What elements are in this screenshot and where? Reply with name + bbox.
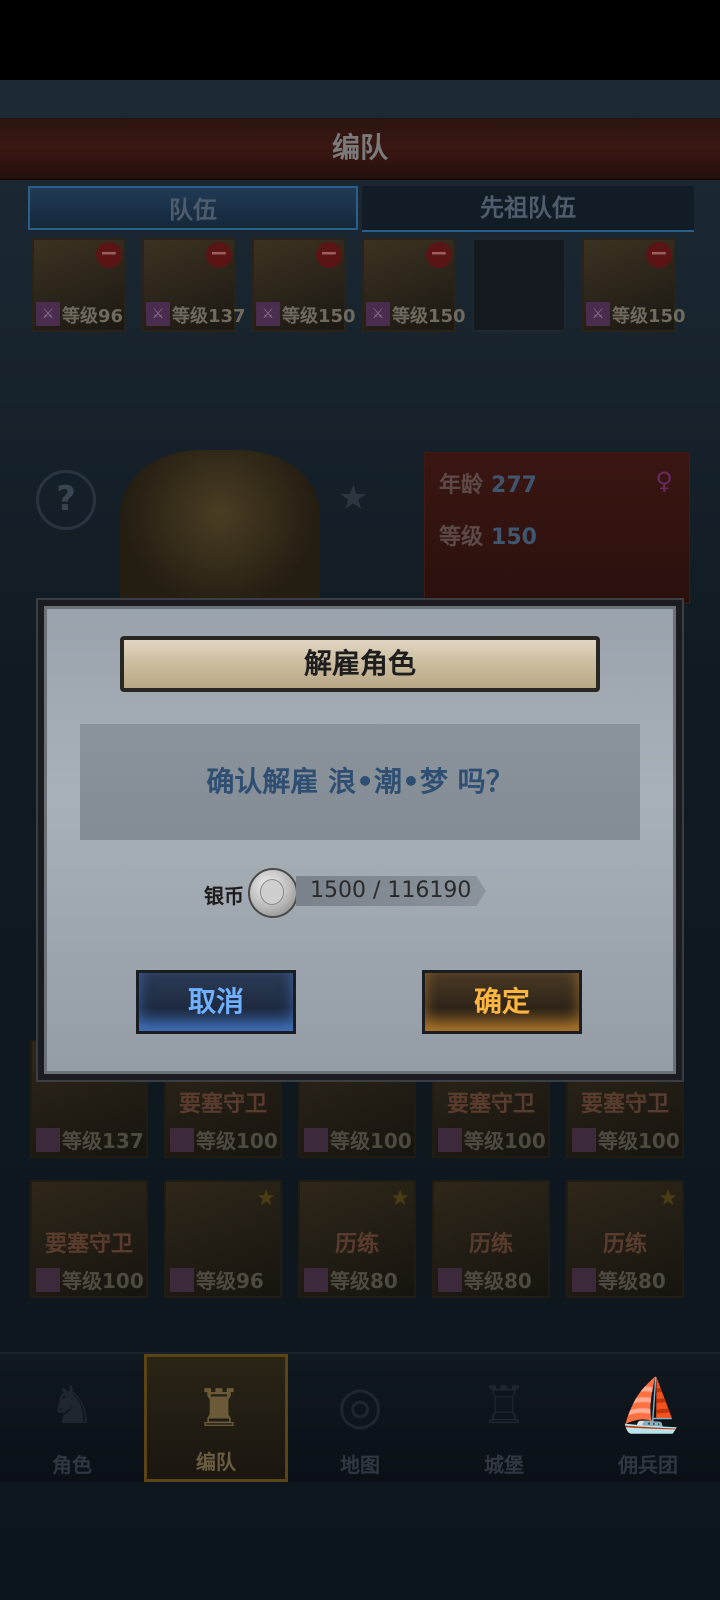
status-bar-area <box>0 0 720 80</box>
remove-icon[interactable]: − <box>96 242 122 268</box>
confirm-button[interactable]: 确定 <box>422 970 582 1034</box>
team-slot[interactable]: − ⚔ 等级96 <box>32 238 126 332</box>
remove-icon[interactable]: − <box>646 242 672 268</box>
roster-card[interactable]: ★ 等级96 <box>164 1180 282 1298</box>
dismiss-dialog: 解雇角色 确认解雇 浪•潮•梦 吗？ 银币 1500 / 116190 取消 确… <box>38 600 682 1080</box>
slot-level: 等级150 <box>392 306 466 327</box>
page-title: 编队 <box>0 118 720 180</box>
star-icon: ★ <box>390 1186 410 1211</box>
class-icon <box>572 1268 596 1292</box>
class-icon <box>438 1268 462 1292</box>
dialog-title: 解雇角色 <box>120 636 600 692</box>
help-icon[interactable]: ? <box>36 470 96 530</box>
card-tag: 要塞守卫 <box>178 1092 267 1117</box>
slot-level: 等级96 <box>62 306 124 327</box>
level-row: 等级 150 <box>439 519 537 551</box>
cost-row: 银币 1500 / 116190 <box>204 868 544 918</box>
roster-card[interactable]: 历练 等级80 <box>432 1180 550 1298</box>
age-value: 277 <box>491 473 537 498</box>
class-icon <box>304 1268 328 1292</box>
hero-info-panel: 年龄 277 等级 150 ♀ <box>424 452 690 604</box>
silver-coin-icon <box>248 868 298 918</box>
nav-label: 城堡 <box>484 1453 524 1477</box>
female-icon: ♀ <box>655 467 673 495</box>
level-value: 150 <box>491 525 537 550</box>
cancel-button[interactable]: 取消 <box>136 970 296 1034</box>
ship-icon: ⛵ <box>618 1376 683 1436</box>
team-slot-empty[interactable] <box>472 238 566 332</box>
star-icon: ★ <box>256 1186 276 1211</box>
team-slots: − ⚔ 等级96 − ⚔ 等级137 − ⚔ 等级150 − ⚔ 等级150 −… <box>32 238 692 338</box>
class-icon <box>170 1128 194 1152</box>
remove-icon[interactable]: − <box>426 242 452 268</box>
roster-card[interactable]: 要塞守卫 等级100 <box>30 1180 148 1298</box>
compass-icon: ◎ <box>337 1376 383 1436</box>
class-icon: ⚔ <box>36 302 60 326</box>
team-slot[interactable]: − ⚔ 等级150 <box>582 238 686 332</box>
card-level: 等级100 <box>598 1129 680 1153</box>
card-level: 等级80 <box>598 1269 666 1293</box>
team-tabs: 队伍 先祖队伍 <box>28 186 694 232</box>
cost-value: 1500 / 116190 <box>296 876 486 906</box>
bottom-nav: ♞ 角色 ♜ 编队 ◎ 地图 ♖ 城堡 ⛵ 佣兵团 <box>0 1352 720 1482</box>
card-level: 等级80 <box>464 1269 532 1293</box>
nav-label: 佣兵团 <box>618 1453 678 1477</box>
slot-level: 等级150 <box>282 306 356 327</box>
card-level: 等级96 <box>196 1269 264 1293</box>
star-icon: ★ <box>658 1186 678 1211</box>
card-level: 等级100 <box>62 1269 144 1293</box>
level-label: 等级 <box>439 525 484 550</box>
team-slot[interactable]: − ⚔ 等级150 <box>252 238 356 332</box>
card-level: 等级100 <box>330 1129 412 1153</box>
dialog-message: 确认解雇 浪•潮•梦 吗？ <box>80 724 640 840</box>
team-slot[interactable]: − ⚔ 等级150 <box>362 238 466 332</box>
card-level: 等级100 <box>196 1129 278 1153</box>
card-tag: 要塞守卫 <box>446 1092 535 1117</box>
roster-card[interactable]: ★ 历练 等级80 <box>298 1180 416 1298</box>
card-tag: 历练 <box>468 1232 513 1257</box>
class-icon: ⚔ <box>256 302 280 326</box>
roster-grid: 等级137 要塞守卫 等级100 等级100 要塞守卫 等级100 要塞守卫 等… <box>30 1040 694 1320</box>
nav-item-mercenary[interactable]: ⛵ 佣兵团 <box>576 1354 720 1482</box>
card-level: 等级137 <box>62 1129 144 1153</box>
team-slot[interactable]: − ⚔ 等级137 <box>142 238 246 332</box>
castle-icon: ♖ <box>480 1376 528 1436</box>
hero-portrait <box>120 450 320 610</box>
nav-label: 编队 <box>196 1450 236 1474</box>
favorite-add-icon[interactable]: ★ <box>338 478 368 518</box>
knight-icon: ♞ <box>48 1376 96 1436</box>
card-level: 等级80 <box>330 1269 398 1293</box>
nav-item-castle[interactable]: ♖ 城堡 <box>432 1354 576 1482</box>
class-icon <box>438 1128 462 1152</box>
slot-level: 等级137 <box>172 306 246 327</box>
card-tag: 历练 <box>334 1232 379 1257</box>
nav-item-character[interactable]: ♞ 角色 <box>0 1354 144 1482</box>
age-row: 年龄 277 <box>439 467 537 499</box>
class-icon: ⚔ <box>366 302 390 326</box>
class-icon <box>572 1128 596 1152</box>
tab-team[interactable]: 队伍 <box>28 186 358 230</box>
card-tag: 要塞守卫 <box>44 1232 133 1257</box>
class-icon: ⚔ <box>146 302 170 326</box>
card-tag: 要塞守卫 <box>580 1092 669 1117</box>
nav-label: 角色 <box>52 1453 92 1477</box>
remove-icon[interactable]: − <box>316 242 342 268</box>
age-label: 年龄 <box>439 473 484 498</box>
remove-icon[interactable]: − <box>206 242 232 268</box>
roster-card[interactable]: ★ 历练 等级80 <box>566 1180 684 1298</box>
nav-item-formation[interactable]: ♜ 编队 <box>144 1354 288 1482</box>
tab-ancestor-team[interactable]: 先祖队伍 <box>362 186 694 232</box>
class-icon: ⚔ <box>586 302 610 326</box>
cost-label: 银币 <box>204 884 244 908</box>
nav-label: 地图 <box>340 1453 380 1477</box>
class-icon <box>36 1128 60 1152</box>
card-level: 等级100 <box>464 1129 546 1153</box>
card-tag: 历练 <box>602 1232 647 1257</box>
class-icon <box>304 1128 328 1152</box>
class-icon <box>170 1268 194 1292</box>
nav-item-map[interactable]: ◎ 地图 <box>288 1354 432 1482</box>
formation-icon: ♜ <box>195 1379 243 1439</box>
class-icon <box>36 1268 60 1292</box>
slot-level: 等级150 <box>612 306 686 327</box>
